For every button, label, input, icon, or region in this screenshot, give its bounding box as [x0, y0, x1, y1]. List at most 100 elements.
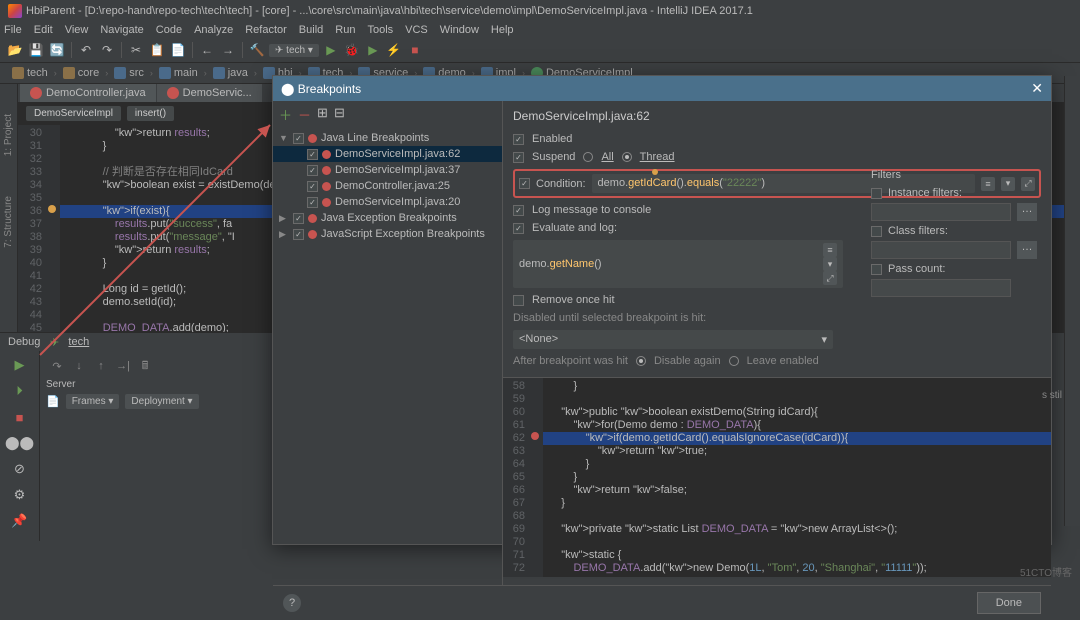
debug-config[interactable]: tech — [68, 336, 89, 348]
leave-enabled-radio[interactable] — [729, 356, 739, 366]
attach-icon[interactable]: ⚡ — [385, 41, 403, 59]
done-button[interactable]: Done — [977, 592, 1041, 614]
crumb-main[interactable]: main — [155, 66, 202, 80]
pin-icon[interactable]: 📌 — [10, 511, 30, 531]
add-icon[interactable]: ＋ — [279, 105, 292, 124]
title-bar: HbiParent - [D:\repo-hand\repo-tech\tech… — [0, 0, 1080, 22]
class-filters-input[interactable] — [871, 241, 1011, 259]
step-over-icon[interactable]: ↷ — [48, 357, 66, 375]
settings-icon[interactable]: ⚙ — [10, 485, 30, 505]
crumb-core[interactable]: core — [59, 66, 103, 80]
help-icon[interactable]: ? — [283, 594, 301, 612]
rerun-icon[interactable]: ▶ — [10, 355, 30, 375]
evaluate-icon[interactable]: 🖩 — [136, 357, 154, 375]
debug-label[interactable]: Debug — [8, 336, 40, 348]
thread-radio[interactable] — [622, 152, 632, 162]
project-tool-tab[interactable]: 1: Project — [3, 114, 14, 156]
tree-icon[interactable]: ⊟ — [334, 105, 345, 124]
group-icon[interactable]: ⊞ — [317, 105, 328, 124]
build-icon[interactable]: 🔨 — [248, 41, 266, 59]
remove-once-checkbox[interactable] — [513, 295, 524, 306]
paste-icon[interactable]: 📄 — [169, 41, 187, 59]
tree-node[interactable]: ▼Java Line Breakpoints — [273, 130, 502, 146]
method-chip[interactable]: insert() — [127, 106, 174, 121]
run-config-selector[interactable]: ✈ tech ▾ — [269, 44, 319, 57]
menu-code[interactable]: Code — [156, 24, 182, 36]
enabled-checkbox[interactable] — [513, 134, 524, 145]
eval-history-icon[interactable]: ≡ — [823, 243, 837, 257]
class-filters-browse[interactable]: … — [1017, 241, 1037, 259]
pass-count-input[interactable] — [871, 279, 1011, 297]
breakpoint-tree[interactable]: ▼Java Line BreakpointsDemoServiceImpl.ja… — [273, 128, 502, 585]
open-icon[interactable]: 📂 — [6, 41, 24, 59]
tree-node[interactable]: DemoServiceImpl.java:20 — [273, 194, 502, 210]
menu-refactor[interactable]: Refactor — [245, 24, 287, 36]
eval-expand-icon[interactable]: ⤢ — [823, 271, 837, 285]
copy-icon[interactable]: 📋 — [148, 41, 166, 59]
tree-node[interactable]: DemoServiceImpl.java:62 — [273, 146, 502, 162]
eval-dropdown-icon[interactable]: ▾ — [823, 257, 837, 271]
eval-checkbox[interactable] — [513, 223, 524, 234]
instance-filters-input[interactable] — [871, 203, 1011, 221]
suspend-checkbox[interactable] — [513, 152, 524, 163]
step-into-icon[interactable]: ↓ — [70, 357, 88, 375]
crumb-tech[interactable]: tech — [8, 66, 52, 80]
close-icon[interactable]: ✕ — [1031, 80, 1043, 97]
all-radio[interactable] — [583, 152, 593, 162]
run-to-cursor-icon[interactable]: →| — [114, 357, 132, 375]
back-icon[interactable]: ← — [198, 41, 216, 59]
step-out-icon[interactable]: ↑ — [92, 357, 110, 375]
save-icon[interactable]: 💾 — [27, 41, 45, 59]
crumb-src[interactable]: src — [110, 66, 148, 80]
pass-count-checkbox[interactable] — [871, 264, 882, 275]
view-breakpoints-icon[interactable]: ⬤⬤ — [10, 433, 30, 453]
structure-tool-tab[interactable]: 7: Structure — [3, 196, 14, 248]
cut-icon[interactable]: ✂ — [127, 41, 145, 59]
frames-dropdown[interactable]: Frames ▾ — [66, 394, 120, 409]
undo-icon[interactable]: ↶ — [77, 41, 95, 59]
menu-edit[interactable]: Edit — [34, 24, 53, 36]
deploy-dropdown[interactable]: Deployment ▾ — [125, 394, 198, 409]
run-coverage-icon[interactable]: ▶ — [364, 41, 382, 59]
stop-icon[interactable]: ■ — [406, 41, 424, 59]
log-checkbox[interactable] — [513, 205, 524, 216]
class-chip[interactable]: DemoServiceImpl — [26, 106, 121, 121]
disable-again-radio[interactable] — [636, 356, 646, 366]
menu-file[interactable]: File — [4, 24, 22, 36]
condition-checkbox[interactable] — [519, 178, 530, 189]
server-tab[interactable]: Server — [46, 379, 75, 390]
tree-node[interactable]: DemoServiceImpl.java:37 — [273, 162, 502, 178]
stop-debug-icon[interactable]: ■ — [10, 407, 30, 427]
tree-node[interactable]: DemoController.java:25 — [273, 178, 502, 194]
menu-build[interactable]: Build — [299, 24, 323, 36]
disabled-until-select[interactable]: <None>▾ — [513, 330, 833, 349]
tree-node[interactable]: ▶Java Exception Breakpoints — [273, 210, 502, 226]
class-filters-checkbox[interactable] — [871, 226, 882, 237]
menu-help[interactable]: Help — [491, 24, 514, 36]
menu-window[interactable]: Window — [440, 24, 479, 36]
instance-filters-browse[interactable]: … — [1017, 203, 1037, 221]
resume-icon[interactable]: ⏵ — [10, 381, 30, 401]
remove-icon[interactable]: － — [298, 105, 311, 124]
menu-vcs[interactable]: VCS — [405, 24, 428, 36]
menu-navigate[interactable]: Navigate — [100, 24, 143, 36]
menu-view[interactable]: View — [65, 24, 89, 36]
mute-breakpoints-icon[interactable]: ⊘ — [10, 459, 30, 479]
eval-input[interactable]: demo.getName() ≡ ▾ ⤢ — [513, 240, 843, 288]
tree-node[interactable]: ▶JavaScript Exception Breakpoints — [273, 226, 502, 242]
forward-icon[interactable]: → — [219, 41, 237, 59]
debug-icon[interactable]: 🐞 — [343, 41, 361, 59]
redo-icon[interactable]: ↷ — [98, 41, 116, 59]
menu-analyze[interactable]: Analyze — [194, 24, 233, 36]
refresh-icon[interactable]: 🔄 — [48, 41, 66, 59]
dialog-title-bar[interactable]: ⬤ Breakpoints ✕ — [273, 76, 1051, 101]
instance-filters-checkbox[interactable] — [871, 188, 882, 199]
editor-tab[interactable]: DemoController.java — [20, 84, 156, 102]
crumb-java[interactable]: java — [209, 66, 252, 80]
preview-editor: 585960616263646566676869707172 } "kw">pu… — [503, 377, 1051, 577]
gutter[interactable] — [46, 125, 60, 332]
menu-run[interactable]: Run — [335, 24, 355, 36]
editor-tab[interactable]: DemoServic... — [157, 84, 262, 102]
menu-tools[interactable]: Tools — [367, 24, 393, 36]
run-icon[interactable]: ▶ — [322, 41, 340, 59]
